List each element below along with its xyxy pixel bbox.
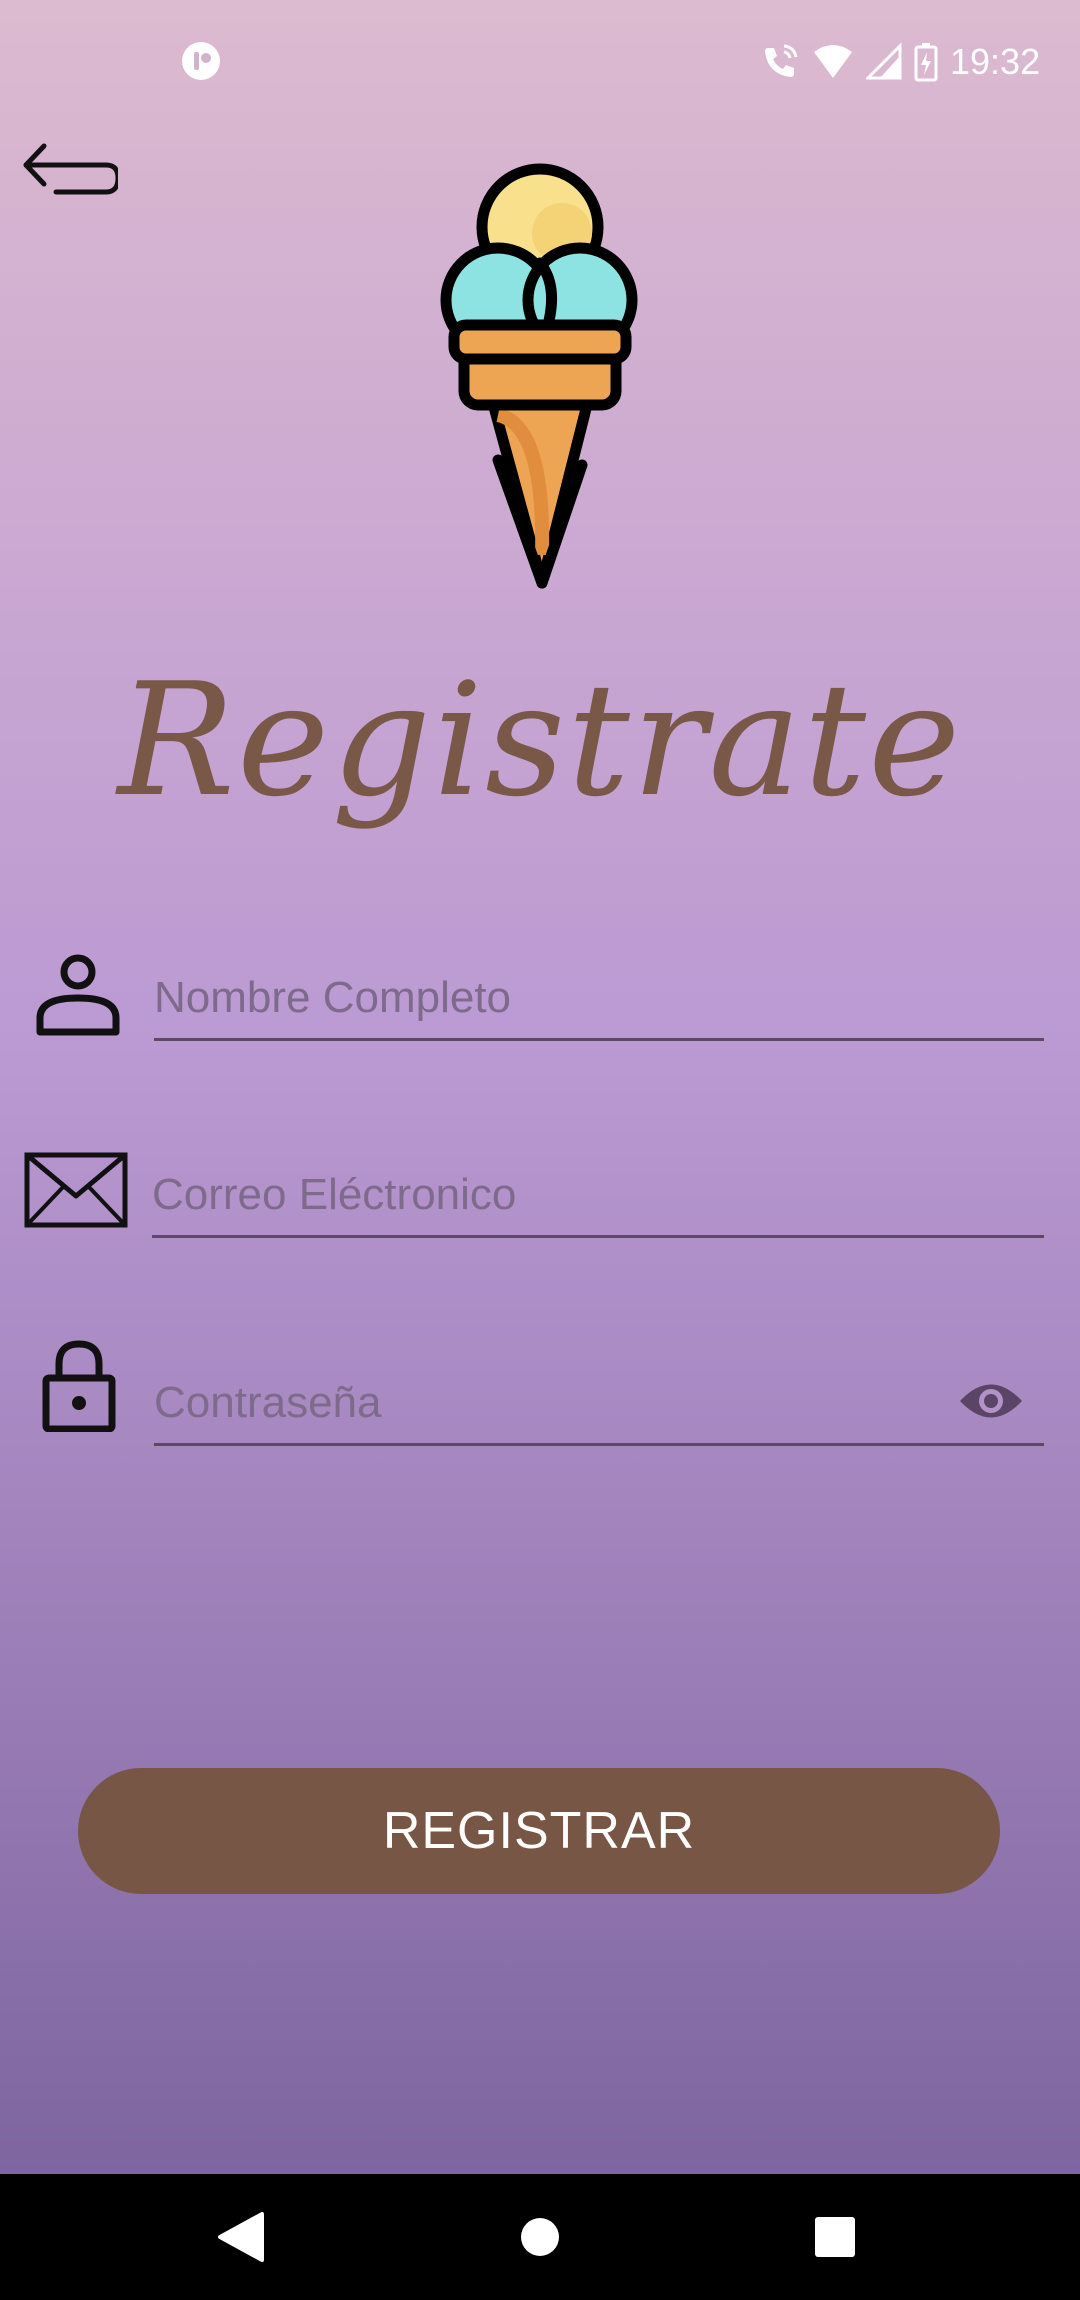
status-time: 19:32	[950, 41, 1041, 82]
nav-home-button[interactable]	[497, 2194, 583, 2280]
full-name-input[interactable]	[154, 958, 1044, 1041]
ice-cream-cone-icon	[440, 163, 638, 589]
app-notification-icon	[182, 42, 220, 80]
nav-home-icon	[521, 2218, 559, 2256]
battery-charging-icon	[914, 43, 938, 82]
password-field-row	[0, 1340, 1080, 1460]
nav-back-button[interactable]	[200, 2194, 286, 2280]
lock-icon	[42, 1340, 116, 1432]
password-input[interactable]	[154, 1363, 1044, 1446]
eye-icon	[960, 1384, 1022, 1418]
navigation-bar	[0, 2174, 1080, 2300]
password-visibility-toggle[interactable]	[958, 1378, 1024, 1424]
nav-back-icon	[218, 2212, 264, 2262]
status-icons	[760, 40, 950, 84]
register-button[interactable]: REGISTRAR	[78, 1768, 1000, 1894]
back-button[interactable]	[18, 130, 118, 210]
email-input[interactable]	[152, 1155, 1044, 1238]
envelope-icon	[24, 1152, 128, 1228]
email-field-row	[0, 1140, 1080, 1260]
nav-recents-button[interactable]	[792, 2194, 878, 2280]
wifi-calling-icon	[765, 44, 798, 77]
ice-cream-logo	[430, 155, 650, 595]
name-field-row	[0, 940, 1080, 1060]
wifi-icon	[814, 45, 852, 78]
back-arrow-icon	[23, 143, 118, 195]
status-bar: 19:32	[0, 0, 1080, 120]
nav-recents-icon	[815, 2217, 855, 2257]
register-screen: 19:32 Registrate Nombre Completo Correo …	[0, 0, 1080, 2174]
cellular-signal-icon	[866, 42, 902, 80]
person-icon	[36, 952, 120, 1036]
page-title: Registrate	[117, 649, 963, 831]
